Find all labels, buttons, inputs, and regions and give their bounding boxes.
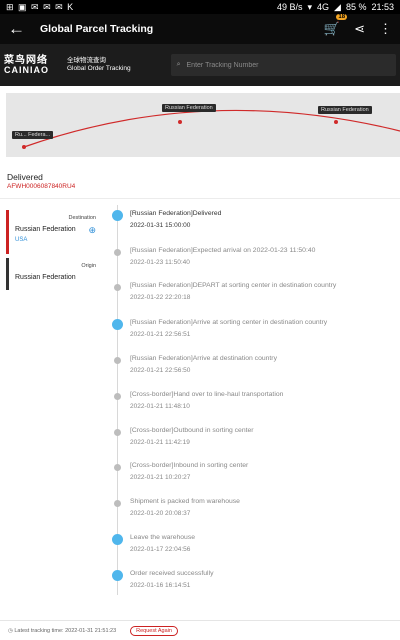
net-speed: 49 B/s	[276, 1, 303, 12]
card-role-origin: Origin	[81, 263, 96, 269]
status-right-group: 49 B/s ▾ 4G ◢ 85 % 21:53	[277, 2, 394, 13]
map-label-origin: Ru... Federa...	[12, 131, 54, 139]
back-arrow-icon[interactable]: ←	[8, 19, 30, 39]
status-dot-icon	[114, 500, 121, 507]
app-bar-actions: 🛒 18 ⋖ ⋮	[323, 14, 392, 37]
brand-subtitle: 全球物流查询 Global Order Tracking	[67, 56, 131, 72]
divider	[0, 198, 400, 199]
page-title: Global Parcel Tracking	[40, 23, 154, 35]
map-label-transit: Russian Federation	[162, 104, 216, 112]
clock: 21:53	[371, 1, 394, 12]
brand-header: 菜鸟网络 CAINIAO 全球物流查询 Global Order Trackin…	[0, 44, 400, 86]
timeline-event: Order received successfully 2022-01-16 1…	[112, 569, 400, 601]
cainiao-logo: 菜鸟网络 CAINIAO	[4, 54, 49, 75]
status-dot-icon	[112, 210, 123, 221]
destination-country: Russian Federation	[15, 226, 76, 233]
timeline-event: [Cross-border]Hand over to line-haul tra…	[112, 390, 400, 422]
timeline-event: [Russian Federation]DEPART at sorting ce…	[112, 281, 400, 313]
status-dot-icon	[112, 319, 123, 330]
cart-badge: 18	[336, 14, 348, 20]
tracking-number[interactable]: AFWH0006087840RU4	[7, 183, 75, 190]
more-menu-icon[interactable]: ⋮	[379, 21, 392, 37]
tracking-timeline: [Russian Federation]Delivered 2022-01-31…	[112, 205, 400, 605]
timeline-event: [Cross-border]Outbound in sorting center…	[112, 426, 400, 458]
globe-icon: ⊕	[88, 225, 96, 235]
timeline-event: [Russian Federation]Arrive at sorting ce…	[112, 318, 400, 350]
origin-card: Origin Russian Federation	[6, 258, 100, 290]
status-dot-icon	[114, 284, 121, 291]
timeline-event: [Russian Federation]Arrive at destinatio…	[112, 354, 400, 386]
tracking-search-input[interactable]	[186, 61, 390, 69]
search-box[interactable]: ⌕	[170, 54, 396, 76]
origin-country: Russian Federation	[15, 274, 76, 281]
wifi-icon: ▾	[307, 1, 313, 12]
request-again-button[interactable]: Request Again	[130, 625, 178, 636]
cart-button[interactable]: 🛒 18	[323, 14, 348, 37]
network-type: 4G	[317, 1, 330, 12]
timeline-event: [Russian Federation]Expected arrival on …	[112, 246, 400, 278]
route-arc	[22, 109, 400, 149]
footer-bar: ◷ Latest tracking time: 2022-01-31 21:51…	[0, 620, 400, 640]
timeline-event: Shipment is packed from warehouse 2022-0…	[112, 497, 400, 529]
battery-level: 85 %	[345, 1, 367, 12]
timeline-event: [Cross-border]Inbound in sorting center …	[112, 461, 400, 493]
status-dot-icon	[114, 249, 121, 256]
card-role-destination: Destination	[68, 215, 96, 221]
status-dot-icon	[112, 570, 123, 581]
status-dot-icon	[114, 357, 121, 364]
status-dot-icon	[112, 534, 123, 545]
destination-sub: USA	[15, 237, 28, 243]
timeline-event: Leave the warehouse 2022-01-17 22:04:56	[112, 533, 400, 565]
system-status-bar: ⊞ ▣ ✉ ✉ ✉ K 49 B/s ▾ 4G ◢ 85 % 21:53	[0, 0, 400, 14]
app-bar: ← Global Parcel Tracking 🛒 18 ⋖ ⋮	[0, 14, 400, 44]
status-dot-icon	[114, 429, 121, 436]
last-update-text: Latest tracking time: 2022-01-31 21:51:2…	[14, 627, 117, 634]
search-icon: ⌕	[176, 61, 181, 68]
destination-card: Destination Russian Federation USA ⊕	[6, 210, 100, 254]
timeline-event: [Russian Federation]Delivered 2022-01-31…	[112, 209, 400, 241]
status-dot-icon	[114, 464, 121, 471]
route-map[interactable]: Ru... Federa... Russian Federation Russi…	[6, 93, 400, 157]
notification-icons: ⊞ ▣ ✉ ✉ ✉ K	[6, 1, 75, 12]
share-icon[interactable]: ⋖	[354, 21, 365, 37]
status-dot-icon	[114, 393, 121, 400]
cart-icon: 🛒	[323, 21, 341, 36]
signal-icon: ◢	[334, 1, 341, 12]
delivery-status: Delivered	[7, 172, 43, 182]
map-label-destination: Russian Federation	[318, 106, 372, 114]
